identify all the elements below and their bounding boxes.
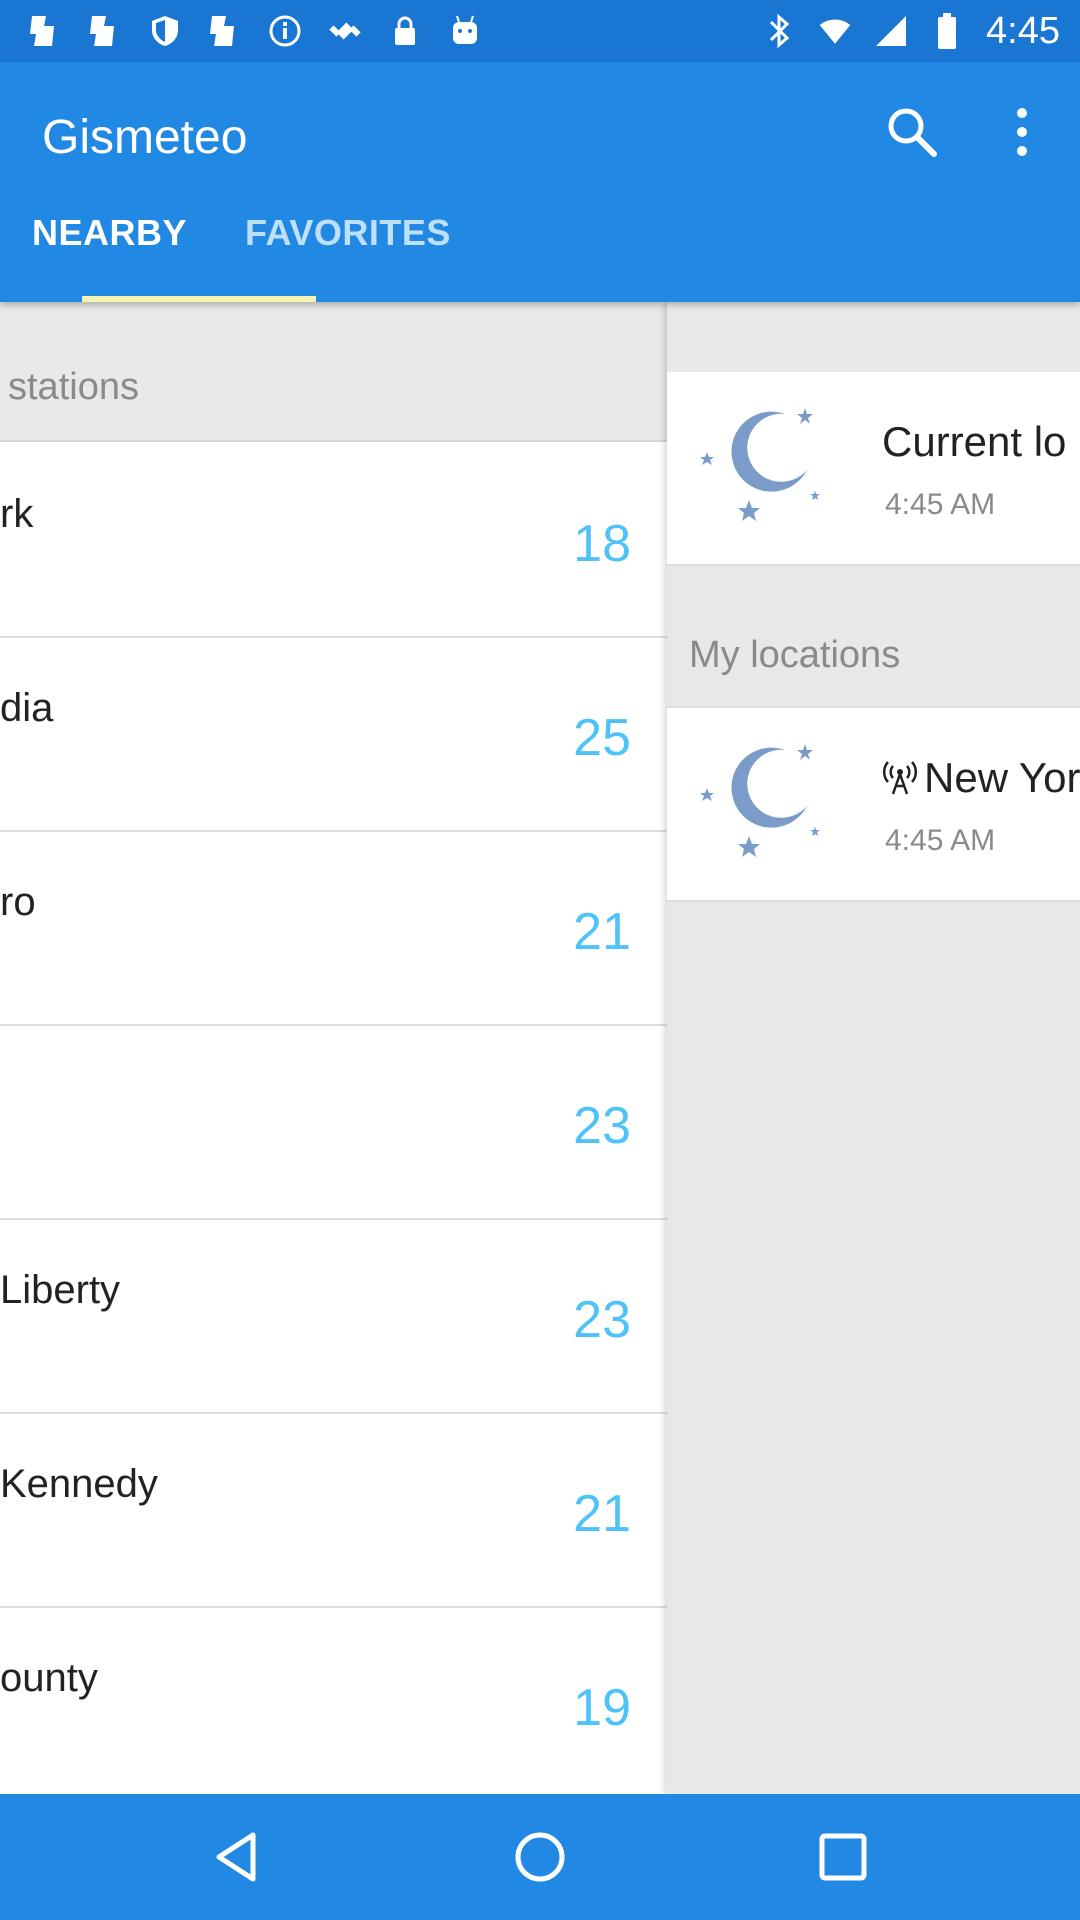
station-name: Kennedy [0, 1462, 158, 1506]
app-bar: Gismeteo NEARBY FAVORITES [0, 62, 1080, 302]
stations-header-label: stations [8, 366, 139, 408]
station-name: ounty [0, 1656, 98, 1700]
station-name: ro [0, 880, 36, 924]
home-button[interactable] [505, 1822, 575, 1892]
station-row[interactable]: dia 25 [0, 638, 667, 832]
notification-icon [88, 14, 122, 48]
app-title: Gismeteo [42, 111, 248, 164]
station-temp: 23 [573, 1097, 631, 1155]
battery-icon [930, 13, 964, 49]
station-temp: 23 [573, 1291, 631, 1349]
status-left-icons [28, 10, 482, 52]
status-right-icons: 4:45 [762, 8, 1060, 54]
search-button[interactable] [880, 100, 944, 164]
notification-icon [28, 14, 62, 48]
back-button[interactable] [202, 1822, 272, 1892]
android-icon [448, 14, 482, 48]
fake-gps-icon [328, 14, 362, 48]
recents-button[interactable] [808, 1822, 878, 1892]
current-location-time: 4:45 AM [885, 488, 996, 521]
tab-indicator [82, 296, 316, 302]
status-time: 4:45 [986, 9, 1060, 52]
saved-location-name: New Yor [924, 754, 1080, 801]
recents-icon [819, 1833, 867, 1881]
info-icon [268, 14, 302, 48]
current-location-card[interactable]: Current lo 4:45 AM [667, 372, 1080, 566]
station-row[interactable]: Liberty 23 [0, 1220, 667, 1414]
my-locations-label: My locations [689, 634, 901, 676]
shield-icon [148, 14, 182, 48]
stations-header: stations [0, 302, 667, 442]
lock-icon [388, 14, 422, 48]
tab-favorites[interactable]: FAVORITES [245, 212, 451, 254]
station-temp: 19 [573, 1679, 631, 1737]
station-row[interactable]: rk 18 [0, 444, 667, 638]
more-vert-icon [1017, 108, 1027, 156]
locations-drawer: Current lo 4:45 AM My locations New Yor … [667, 302, 1080, 1794]
station-row[interactable]: ounty 19 [0, 1608, 667, 1794]
search-icon [888, 108, 937, 157]
more-options-button[interactable] [990, 100, 1054, 164]
station-temp: 21 [573, 903, 631, 961]
radio-tower-icon [883, 761, 917, 795]
night-moon-icon [700, 744, 820, 857]
station-temp: 25 [573, 709, 631, 767]
status-bar: 4:45 [0, 0, 1080, 62]
station-row[interactable]: 23 [0, 1026, 667, 1220]
saved-location-name-row: New Yor [882, 754, 1080, 802]
back-icon [216, 1832, 256, 1882]
current-location-name: Current lo [882, 418, 1067, 465]
notification-icon [208, 14, 242, 48]
wifi-icon [818, 14, 852, 48]
station-temp: 18 [573, 515, 631, 573]
signal-icon [874, 14, 908, 48]
home-icon [515, 1832, 565, 1882]
station-row[interactable]: ro 21 [0, 832, 667, 1026]
nearby-stations-panel[interactable]: stations rk 18 dia 25 ro 21 23 Liberty 2… [0, 302, 667, 1794]
saved-location-card[interactable]: New Yor 4:45 AM [667, 708, 1080, 902]
station-name: Liberty [0, 1268, 121, 1312]
station-temp: 21 [573, 1485, 631, 1543]
saved-location-time: 4:45 AM [885, 824, 996, 857]
station-name: dia [0, 686, 54, 730]
navigation-bar [0, 1794, 1080, 1920]
night-moon-icon [700, 408, 820, 521]
station-row[interactable]: Kennedy 21 [0, 1414, 667, 1608]
station-name: rk [0, 492, 34, 536]
bluetooth-icon [762, 13, 796, 49]
tab-nearby[interactable]: NEARBY [32, 212, 187, 254]
